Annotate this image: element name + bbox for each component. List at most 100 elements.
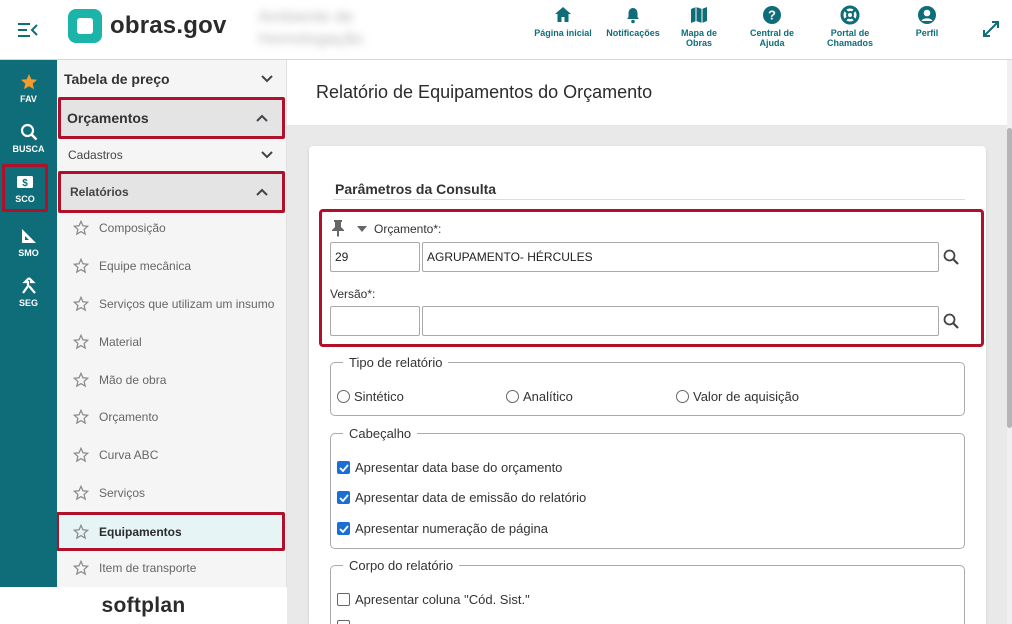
sidebar-item-label: Relatórios [70, 185, 129, 199]
star-outline-icon[interactable] [71, 522, 91, 542]
help-center-button[interactable]: ? Central de Ajuda [728, 4, 816, 56]
sidebar-item-label: Equipe mecânica [99, 259, 192, 273]
header-options-legend: Cabeçalho [349, 426, 412, 441]
report-type-group: Tipo de relatório [330, 355, 965, 416]
checkbox[interactable] [337, 620, 350, 624]
module-rail: FAV BUSCA $ SCO SMO SEG [0, 60, 57, 587]
sidebar-item-orcamentos[interactable]: Orçamentos [58, 97, 285, 139]
star-outline-icon[interactable] [71, 558, 91, 578]
lifebuoy-icon [839, 4, 861, 26]
version-name-input[interactable] [422, 306, 939, 336]
support-portal-button[interactable]: Portal de Chamados [816, 4, 884, 56]
star-outline-icon[interactable] [71, 407, 91, 427]
sidebar-item-servicos[interactable]: Serviços [57, 474, 286, 512]
radio-valor-aquisicao[interactable]: Valor de aquisição [676, 389, 799, 404]
sidebar-item-label: Orçamentos [67, 110, 149, 126]
profile-button[interactable]: Perfil [884, 4, 970, 56]
money-icon: $ [15, 172, 35, 192]
version-code-input[interactable] [330, 306, 420, 336]
star-outline-icon[interactable] [71, 218, 91, 238]
radio-label: Valor de aquisição [693, 389, 799, 404]
help-icon: ? [761, 4, 783, 26]
rail-item-busca[interactable]: BUSCA [0, 114, 57, 162]
star-icon [19, 72, 39, 92]
search-icon [19, 122, 39, 142]
sidebar-item-label: Mão de obra [99, 373, 167, 387]
star-outline-icon[interactable] [71, 370, 91, 390]
rail-item-smo[interactable]: SMO [0, 218, 57, 266]
app-logo[interactable]: obras.gov [68, 8, 227, 44]
pin-icon[interactable] [329, 219, 347, 237]
star-outline-icon[interactable] [71, 294, 91, 314]
radio-sintetico[interactable]: Sintético [337, 389, 404, 404]
scrollbar-thumb[interactable] [1007, 128, 1012, 428]
rail-item-seg[interactable]: SEG [0, 268, 57, 316]
rail-item-sco[interactable]: $ SCO [2, 164, 48, 212]
radio-button[interactable] [337, 390, 350, 403]
sidebar-item-tabela-preco[interactable]: Tabela de preço [57, 64, 286, 94]
support-portal-label: Portal de Chamados [826, 28, 873, 48]
help-center-label: Central de Ajuda [749, 28, 794, 48]
page-title: Relatório de Equipamentos do Orçamento [316, 82, 653, 102]
star-outline-icon[interactable] [71, 256, 91, 276]
caret-down-icon[interactable] [356, 223, 368, 235]
environment-name: Ambiente de Homologação [258, 7, 363, 48]
checkbox-numeracao-pagina[interactable]: Apresentar numeração de página [337, 521, 548, 536]
checkbox-data-emissao[interactable]: Apresentar data de emissão do relatório [337, 490, 586, 505]
sidebar-item-mao-de-obra[interactable]: Mão de obra [57, 361, 286, 399]
radio-label: Sintético [354, 389, 404, 404]
sidebar-item-label: Cadastros [68, 148, 123, 162]
checkbox[interactable] [337, 522, 350, 535]
sidebar-item-curva-abc[interactable]: Curva ABC [57, 436, 286, 474]
notifications-button[interactable]: Notificações [596, 4, 670, 56]
radio-button[interactable] [506, 390, 519, 403]
sidebar-item-label: Composição [99, 221, 166, 235]
budget-label: Orçamento*: [374, 222, 442, 236]
checkbox[interactable] [337, 491, 350, 504]
budget-lookup-icon[interactable] [940, 246, 962, 268]
chevron-up-icon [250, 188, 274, 196]
sidebar-menu: Tabela de preço Orçamentos Cadastros Rel… [57, 60, 287, 587]
sidebar-item-label: Equipamentos [99, 524, 182, 539]
star-outline-icon[interactable] [71, 483, 91, 503]
sidebar-item-material[interactable]: Material [57, 323, 286, 361]
sidebar-item-composicao[interactable]: Composição [57, 209, 286, 247]
budget-name-input[interactable] [422, 242, 939, 272]
rail-label: BUSCA [12, 144, 45, 154]
sidebar-item-label: Orçamento [99, 410, 159, 424]
version-lookup-icon[interactable] [940, 310, 962, 332]
checkbox[interactable] [337, 461, 350, 474]
radio-analitico[interactable]: Analítico [506, 389, 573, 404]
top-bar: obras.gov Ambiente de Homologação Página… [0, 0, 1012, 60]
checkbox[interactable] [337, 593, 350, 606]
query-parameters-card: Parâmetros da Consulta Orçamento*: Versã… [309, 146, 986, 624]
rail-item-fav[interactable]: FAV [0, 64, 57, 112]
chevron-down-icon [255, 151, 279, 159]
budget-code-input[interactable] [330, 242, 420, 272]
sidebar-item-item-transporte[interactable]: Item de transporte [57, 549, 286, 587]
sidebar-item-relatorios[interactable]: Relatórios [58, 171, 285, 213]
home-button[interactable]: Página inicial [530, 4, 596, 56]
radio-button[interactable] [676, 390, 689, 403]
home-icon [552, 4, 574, 26]
sidebar-item-servicos-insumo[interactable]: Serviços que utilizam um insumo [57, 285, 286, 323]
merge-icon [19, 276, 39, 296]
star-outline-icon[interactable] [71, 445, 91, 465]
rail-label: SMO [18, 248, 39, 258]
sidebar-item-equipamentos[interactable]: Equipamentos [57, 512, 285, 551]
sidebar-item-equipe-mecanica[interactable]: Equipe mecânica [57, 247, 286, 285]
checkbox-data-base[interactable]: Apresentar data base do orçamento [337, 460, 562, 475]
menu-collapse-icon[interactable] [14, 16, 42, 44]
checkbox-partially-visible[interactable] [337, 620, 355, 624]
rail-label: SEG [18, 298, 38, 308]
checkbox-cod-sist[interactable]: Apresentar coluna "Cód. Sist." [337, 592, 530, 607]
report-body-group: Corpo do relatório [330, 558, 965, 624]
sidebar-item-cadastros[interactable]: Cadastros [57, 142, 286, 168]
works-map-button[interactable]: Mapa de Obras [670, 4, 728, 56]
profile-label: Perfil [915, 28, 939, 38]
user-icon [916, 4, 938, 26]
section-divider [333, 199, 965, 200]
star-outline-icon[interactable] [71, 332, 91, 352]
expand-icon[interactable] [980, 18, 1002, 40]
sidebar-item-orcamento[interactable]: Orçamento [57, 398, 286, 436]
